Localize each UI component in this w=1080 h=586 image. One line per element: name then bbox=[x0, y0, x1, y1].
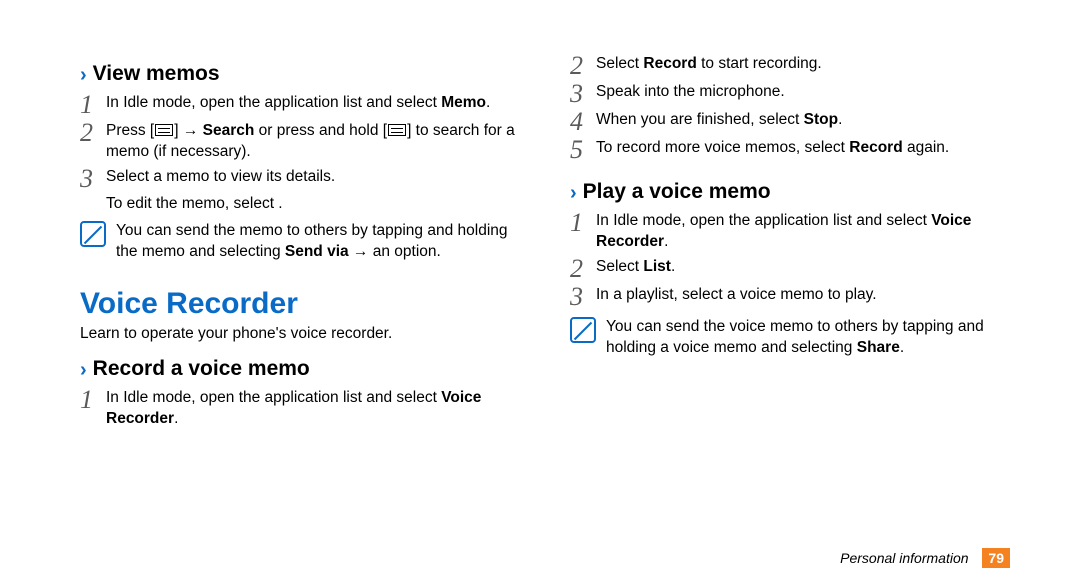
step-number: 5 bbox=[570, 138, 596, 162]
step-text: Select List. bbox=[596, 257, 1020, 278]
step-number: 2 bbox=[570, 257, 596, 281]
heading-text: View memos bbox=[93, 62, 220, 85]
step-2: 2 Select List. bbox=[570, 257, 1020, 281]
step-sub-text: To edit the memo, select . bbox=[106, 195, 530, 213]
step-4: 4 When you are finished, select Stop. bbox=[570, 110, 1020, 134]
heading-text: Record a voice memo bbox=[93, 357, 310, 380]
right-column: 2 Select Record to start recording. 3 Sp… bbox=[570, 50, 1020, 556]
chevron-icon: › bbox=[80, 64, 87, 87]
note-block: You can send the memo to others by tappi… bbox=[80, 221, 530, 263]
step-5: 5 To record more voice memos, select Rec… bbox=[570, 138, 1020, 162]
step-text: Select Record to start recording. bbox=[596, 54, 1020, 75]
step-number: 3 bbox=[570, 82, 596, 106]
note-icon bbox=[570, 317, 596, 343]
chevron-icon: › bbox=[570, 182, 577, 205]
step-text: Press [] → Search or press and hold [] t… bbox=[106, 121, 530, 163]
step-number: 2 bbox=[80, 121, 106, 145]
step-text: Select a memo to view its details. bbox=[106, 167, 530, 188]
step-1: 1 In Idle mode, open the application lis… bbox=[570, 211, 1020, 253]
step-text: In Idle mode, open the application list … bbox=[106, 93, 530, 114]
page-footer: Personal information 79 bbox=[840, 550, 1010, 566]
note-text: You can send the voice memo to others by… bbox=[606, 317, 1020, 359]
page-number: 79 bbox=[982, 548, 1010, 568]
step-text: Speak into the microphone. bbox=[596, 82, 1020, 103]
step-2: 2 Press [] → Search or press and hold []… bbox=[80, 121, 530, 163]
step-3: 3 Speak into the microphone. bbox=[570, 82, 1020, 106]
section-title-voice-recorder: Voice Recorder bbox=[80, 287, 530, 321]
heading-record-memo: › Record a voice memo bbox=[80, 357, 530, 382]
step-text: When you are finished, select Stop. bbox=[596, 110, 1020, 131]
step-text: In a playlist, select a voice memo to pl… bbox=[596, 285, 1020, 306]
heading-play-memo: › Play a voice memo bbox=[570, 180, 1020, 205]
note-text: You can send the memo to others by tappi… bbox=[116, 221, 530, 263]
step-text: In Idle mode, open the application list … bbox=[596, 211, 1020, 253]
left-column: › View memos 1 In Idle mode, open the app… bbox=[80, 50, 530, 556]
note-block: You can send the voice memo to others by… bbox=[570, 317, 1020, 359]
step-text: In Idle mode, open the application list … bbox=[106, 388, 530, 430]
step-2: 2 Select Record to start recording. bbox=[570, 54, 1020, 78]
footer-section-label: Personal information bbox=[840, 550, 968, 566]
step-number: 1 bbox=[570, 211, 596, 235]
menu-key-icon bbox=[155, 124, 173, 136]
step-1: 1 In Idle mode, open the application lis… bbox=[80, 388, 530, 430]
intro-text: Learn to operate your phone's voice reco… bbox=[80, 325, 530, 343]
step-number: 3 bbox=[570, 285, 596, 309]
step-number: 1 bbox=[80, 93, 106, 117]
step-number: 1 bbox=[80, 388, 106, 412]
step-text: To record more voice memos, select Recor… bbox=[596, 138, 1020, 159]
step-number: 4 bbox=[570, 110, 596, 134]
heading-text: Play a voice memo bbox=[583, 180, 771, 203]
step-1: 1 In Idle mode, open the application lis… bbox=[80, 93, 530, 117]
step-3: 3 Select a memo to view its details. bbox=[80, 167, 530, 191]
heading-view-memos: › View memos bbox=[80, 62, 530, 87]
menu-key-icon bbox=[388, 124, 406, 136]
chevron-icon: › bbox=[80, 359, 87, 382]
manual-page: › View memos 1 In Idle mode, open the app… bbox=[0, 0, 1080, 586]
note-icon bbox=[80, 221, 106, 247]
step-3: 3 In a playlist, select a voice memo to … bbox=[570, 285, 1020, 309]
step-number: 2 bbox=[570, 54, 596, 78]
step-number: 3 bbox=[80, 167, 106, 191]
